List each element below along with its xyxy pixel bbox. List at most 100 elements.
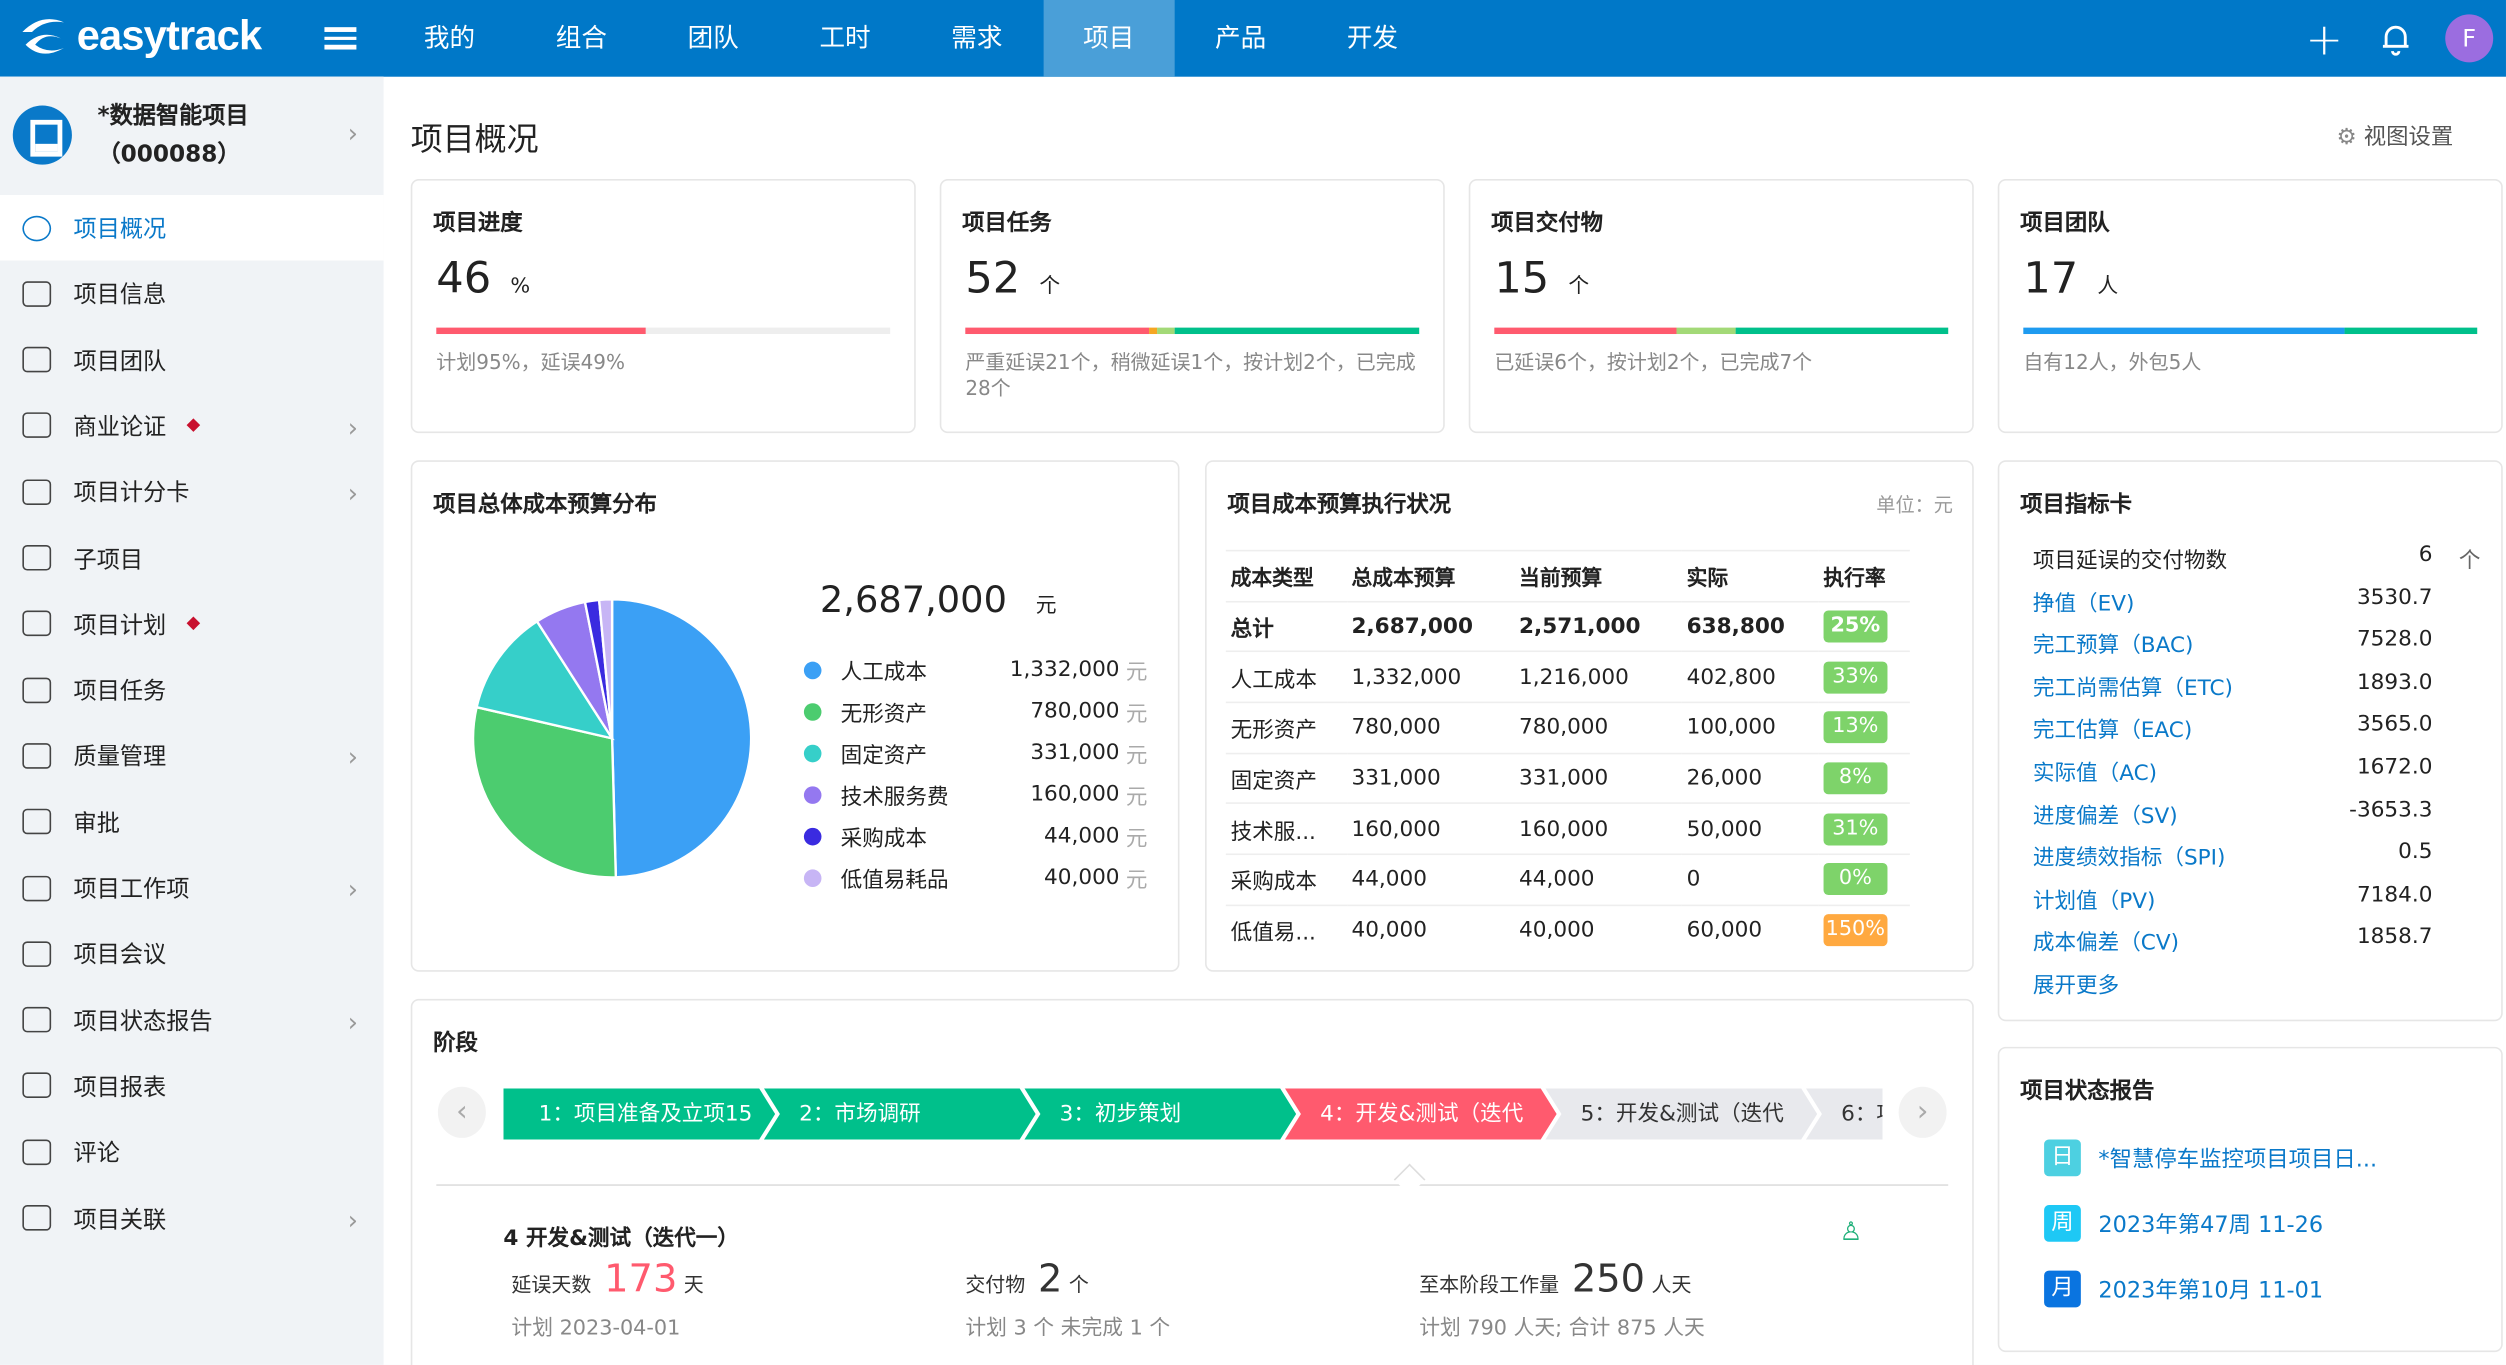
approval-stamp-icon [22,808,52,835]
report-label[interactable]: *智慧停车监控项目项目日... [2098,1142,2377,1174]
legend-item[interactable]: 无形资产 780,000 元 [803,695,1148,727]
plus-icon[interactable]: + [2305,12,2343,65]
sidebar-item[interactable]: 项目会议 [0,921,384,987]
sidebar-item[interactable]: 子项目 [0,525,384,591]
sidebar-item[interactable]: 项目工作项 › [0,855,384,921]
stage-step[interactable]: 1：项目准备及立项15 [503,1088,775,1139]
indicator-label[interactable]: 计划值（PV) [2033,882,2289,924]
project-selector[interactable]: *数据智能项目（000088） › [0,76,384,195]
indicator-label[interactable]: 进度绩效指标（SPI) [2033,839,2289,881]
view-settings-button[interactable]: ⚙ 视图设置 [2337,120,2454,152]
indicator-row[interactable]: 完工预算（BAC) 7528.0 [2033,627,2480,669]
stage-step[interactable]: 3：初步策划 [1024,1088,1296,1139]
indicator-row[interactable]: 计划值（PV) 7184.0 [2033,882,2480,924]
progress-bar [965,327,1420,335]
sidebar-item[interactable]: 项目报表 [0,1053,384,1119]
stage-step[interactable]: 5：开发&测试（迭代 [1545,1088,1817,1139]
nav-tab[interactable]: 组合 [515,0,647,77]
indicator-row[interactable]: 进度偏差（SV) -3653.3 [2033,797,2480,839]
table-cell: 150% [1818,904,1910,956]
sidebar-item[interactable]: 项目状态报告 › [0,987,384,1053]
indicator-label[interactable]: 完工估算（EAC) [2033,712,2289,754]
indicator-label[interactable]: 完工预算（BAC) [2033,627,2289,669]
nav-tab[interactable]: 需求 [911,0,1043,77]
sidebar-item[interactable]: 评论 [0,1119,384,1185]
stage-step[interactable]: 6：项 [1805,1088,1883,1140]
rate-badge: 31% [1823,813,1888,846]
indicator-value: 1672.0 [2356,754,2433,780]
menu-hamburger-icon[interactable] [324,22,357,51]
indicator-label[interactable]: 挣值（EV) [2033,584,2289,626]
sidebar-item[interactable]: 项目信息 [0,261,384,327]
nav-tab[interactable]: 团队 [647,0,779,77]
stage-step[interactable]: 2：市场调研 [764,1088,1036,1139]
nav-tab[interactable]: 产品 [1175,0,1307,77]
report-label[interactable]: 2023年第10月 11-01 [2098,1273,2323,1305]
progress-bar [2023,327,2478,335]
report-icon [22,1007,52,1033]
user-avatar[interactable]: F [2445,14,2494,63]
sidebar-item-label: 项目报表 [73,1075,167,1101]
indicator-row[interactable]: 完工估算（EAC) 3565.0 [2033,712,2480,754]
indicator-row[interactable]: 实际值（AC) 1672.0 [2033,754,2480,796]
summary-value: 46% [436,254,530,304]
sidebar-item[interactable]: 质量管理 › [0,723,384,789]
sidebar-item[interactable]: 项目计划 [0,591,384,657]
table-cell: 固定资产 [1225,752,1347,804]
legend-swatch [803,743,822,762]
stage-prev-button[interactable]: ‹ [437,1086,486,1138]
legend-label: 固定资产 [840,743,927,769]
expand-more-link[interactable]: 展开更多 [2033,967,2119,999]
table-cell: 1,216,000 [1514,651,1682,703]
report-link[interactable]: 周 2023年第47周 11-26 [2044,1205,2323,1242]
approval-stamp-icon[interactable]: ♙ [1840,1216,1863,1246]
indicator-value: -3653.3 [2349,796,2433,823]
indicator-label[interactable]: 实际值（AC) [2033,754,2289,796]
stage-step[interactable]: 4：开发&测试（迭代 [1285,1088,1557,1139]
bell-icon[interactable] [2378,21,2413,56]
bar-segment [1148,327,1158,335]
stage-next-button[interactable]: › [1898,1086,1947,1138]
nav-tab[interactable]: 我的 [384,0,516,77]
indicator-row[interactable]: 完工尚需估算（ETC) 1893.0 [2033,669,2480,711]
column-header: 执行率 [1818,549,1910,602]
card-title: 项目总体成本预算分布 [433,492,657,518]
pie-slice[interactable] [610,598,753,879]
indicator-label[interactable]: 成本偏差（CV) [2033,924,2289,966]
report-label[interactable]: 2023年第47周 11-26 [2098,1207,2323,1239]
summary-desc: 严重延误21个，稍微延误1个，按计划2个，已完成28个 [965,350,1416,400]
report-link[interactable]: 月 2023年第10月 11-01 [2044,1270,2323,1308]
report-link[interactable]: 日 *智慧停车监控项目项目日... [2044,1139,2377,1177]
sidebar-item[interactable]: 项目任务 [0,657,384,723]
report-type-badge: 日 [2044,1139,2081,1177]
sidebar-item[interactable]: 商业论证 › [0,393,384,459]
nav-tab[interactable]: 开发 [1307,0,1439,77]
legend-item[interactable]: 技术服务费 160,000 元 [803,778,1148,810]
legend-item[interactable]: 低值易耗品 40,000 元 [803,861,1148,893]
budget-distribution-card: 项目总体成本预算分布 2,687,000 元 人工成本 1,332,000 元无形资产… [410,460,1180,972]
indicator-label[interactable]: 完工尚需估算（ETC) [2033,669,2289,711]
sidebar-item[interactable]: 项目计分卡 › [0,459,384,525]
nav-tab[interactable]: 工时 [779,0,911,77]
indicator-row[interactable]: 进度绩效指标（SPI) 0.5 [2033,839,2480,881]
indicator-label[interactable]: 进度偏差（SV) [2033,797,2289,839]
sidebar-item[interactable]: 审批 [0,789,384,855]
legend-item[interactable]: 固定资产 331,000 元 [803,737,1148,769]
sidebar-item[interactable]: 项目关联 › [0,1185,384,1251]
table-cell: 1,332,000 [1346,651,1515,703]
project-name: *数据智能项目（000088） [97,103,249,168]
nav-tab[interactable]: 项目 [1042,0,1175,77]
sidebar-item[interactable]: 项目概况 [0,194,384,261]
indicator-row[interactable]: 挣值（EV) 3530.7 [2033,584,2480,626]
table-cell: 26,000 [1681,752,1819,804]
legend-item[interactable]: 采购成本 44,000 元 [803,820,1148,852]
table-cell: 0% [1818,853,1910,906]
indicator-row: 项目延误的交付物数 6 个 [2033,542,2480,584]
main-nav: 我的 组合 团队 工时 需求 项目 产品 开发 [384,0,1439,77]
logo[interactable]: easytrack [16,10,262,61]
legend-item[interactable]: 人工成本 1,332,000 元 [803,654,1148,686]
sidebar-item[interactable]: 项目团队 [0,327,384,393]
sidebar-item-label: 项目计分卡 [73,481,190,507]
indicator-row[interactable]: 成本偏差（CV) 1858.7 [2033,924,2480,966]
indicator-unit [2432,882,2480,924]
